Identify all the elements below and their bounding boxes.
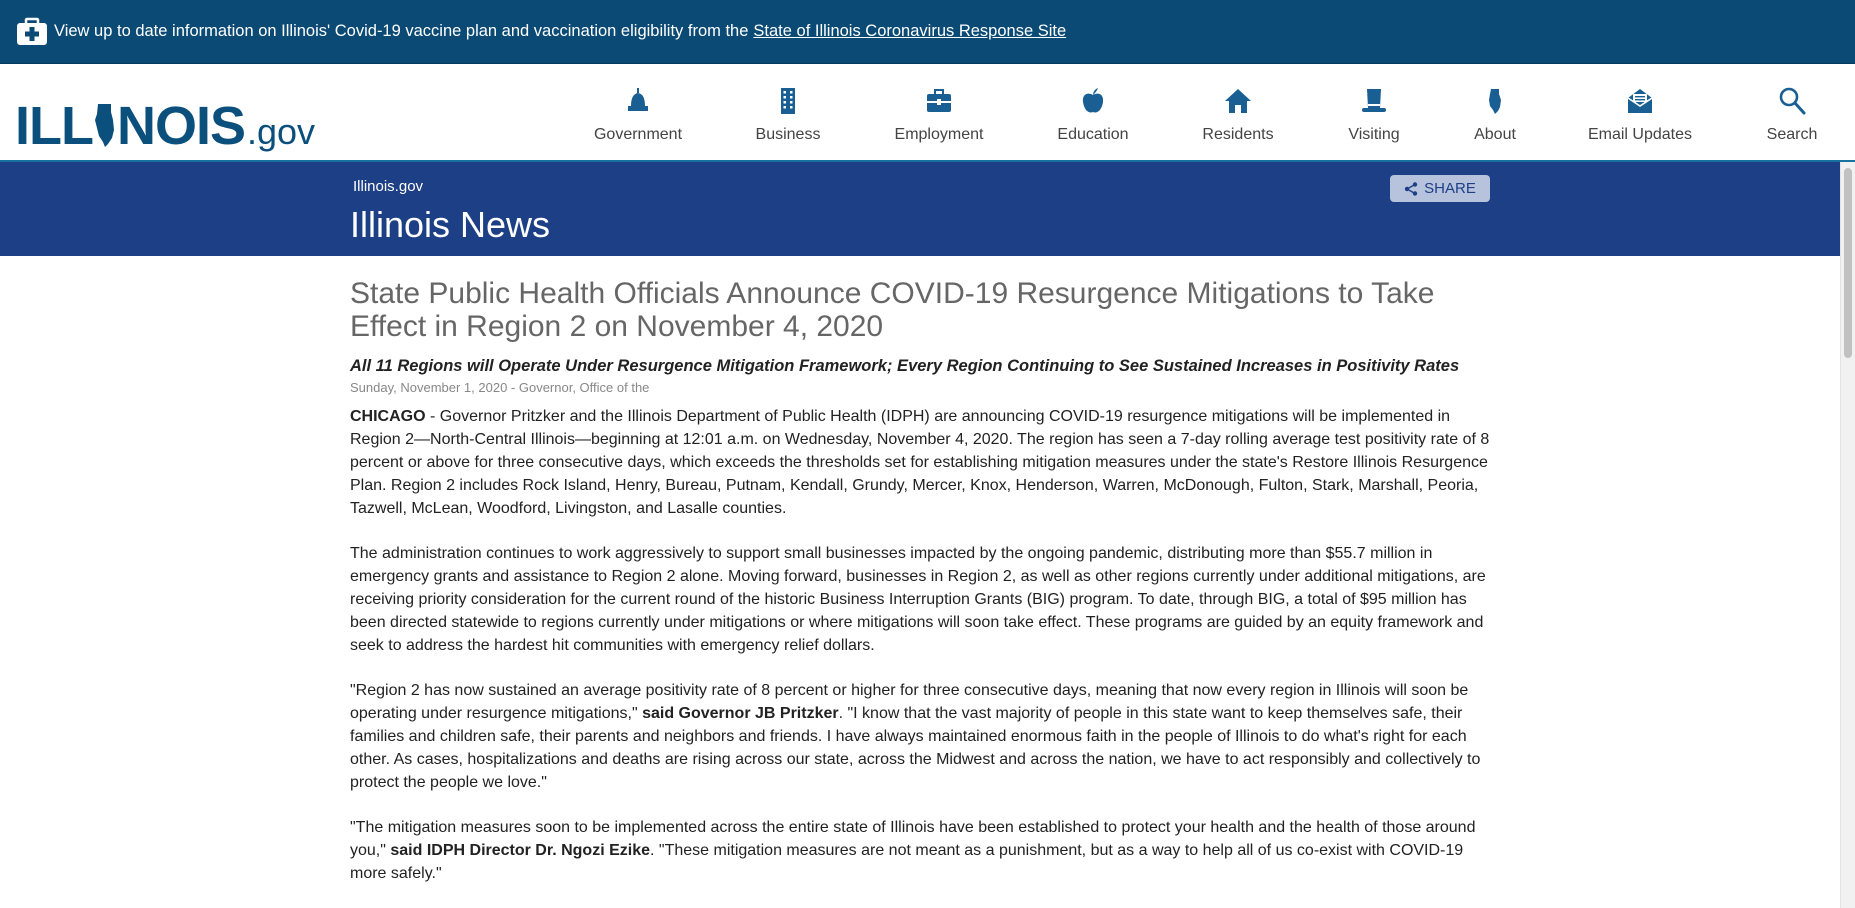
nav-about[interactable]: About bbox=[1470, 78, 1520, 158]
article-subhead: All 11 Regions will Operate Under Resurg… bbox=[350, 357, 1460, 375]
share-label: SHARE bbox=[1424, 180, 1476, 197]
share-icon bbox=[1404, 181, 1418, 196]
nav-label: Employment bbox=[894, 126, 984, 143]
nav-label: Visiting bbox=[1348, 126, 1400, 143]
dateline-city: CHICAGO bbox=[350, 408, 426, 425]
nav-label: About bbox=[1474, 126, 1516, 143]
search-icon bbox=[1777, 86, 1807, 116]
article-paragraph-3: "Region 2 has now sustained an average p… bbox=[350, 679, 1490, 794]
nav-label: Residents bbox=[1202, 126, 1274, 143]
nav-government[interactable]: Government bbox=[593, 78, 683, 158]
speaker-attribution: said IDPH Director Dr. Ngozi Ezike bbox=[390, 842, 650, 859]
article-paragraph-4: "The mitigation measures soon to be impl… bbox=[350, 816, 1490, 885]
nav-email-updates[interactable]: Email Updates bbox=[1583, 78, 1697, 158]
nav-education[interactable]: Education bbox=[1055, 78, 1131, 158]
lincoln-hat-icon bbox=[1359, 86, 1389, 116]
alert-text: View up to date information on Illinois'… bbox=[54, 22, 749, 40]
capitol-dome-icon bbox=[623, 86, 653, 116]
nav-residents[interactable]: Residents bbox=[1201, 78, 1275, 158]
nav-business[interactable]: Business bbox=[751, 78, 825, 158]
section-title: Illinois News bbox=[350, 204, 551, 245]
envelope-icon bbox=[1625, 86, 1655, 116]
nav-label: Government bbox=[593, 126, 683, 143]
coronavirus-response-link[interactable]: State of Illinois Coronavirus Response S… bbox=[753, 22, 1066, 41]
share-button[interactable]: SHARE bbox=[1390, 175, 1490, 202]
nav-label: Education bbox=[1057, 126, 1129, 143]
covid-alert-banner: View up to date information on Illinois'… bbox=[0, 0, 1855, 64]
home-icon bbox=[1223, 86, 1253, 116]
nav-label: Email Updates bbox=[1587, 126, 1693, 143]
main-nav: Government Business Employment Education… bbox=[0, 64, 1855, 162]
illinois-state-icon bbox=[1480, 86, 1510, 116]
apple-icon bbox=[1078, 86, 1108, 116]
site-header: ILL NOIS .gov Government Business Employ… bbox=[0, 64, 1855, 162]
medical-kit-icon bbox=[16, 17, 48, 47]
article-paragraph-2: The administration continues to work agg… bbox=[350, 545, 1486, 654]
speaker-attribution: said Governor JB Pritzker bbox=[642, 705, 839, 722]
page-scrollbar[interactable] bbox=[1840, 162, 1855, 908]
briefcase-icon bbox=[924, 86, 954, 116]
nav-label: Search bbox=[1766, 126, 1818, 143]
page-banner: Illinois.gov Illinois News SHARE bbox=[0, 162, 1855, 256]
article-paragraph-1: CHICAGO - Governor Pritzker and the Illi… bbox=[350, 405, 1490, 520]
building-icon bbox=[773, 86, 803, 116]
article-dateline: Sunday, November 1, 2020 - Governor, Off… bbox=[350, 380, 650, 395]
nav-employment[interactable]: Employment bbox=[893, 78, 985, 158]
nav-visiting[interactable]: Visiting bbox=[1343, 78, 1405, 158]
breadcrumb-illinois-gov[interactable]: Illinois.gov bbox=[353, 178, 423, 195]
article-headline: State Public Health Officials Announce C… bbox=[350, 277, 1435, 343]
article: State Public Health Officials Announce C… bbox=[350, 256, 1490, 885]
scrollbar-thumb[interactable] bbox=[1844, 168, 1852, 358]
paragraph-text: - Governor Pritzker and the Illinois Dep… bbox=[350, 408, 1490, 517]
nav-label: Business bbox=[755, 126, 821, 143]
nav-search[interactable]: Search bbox=[1765, 78, 1819, 158]
